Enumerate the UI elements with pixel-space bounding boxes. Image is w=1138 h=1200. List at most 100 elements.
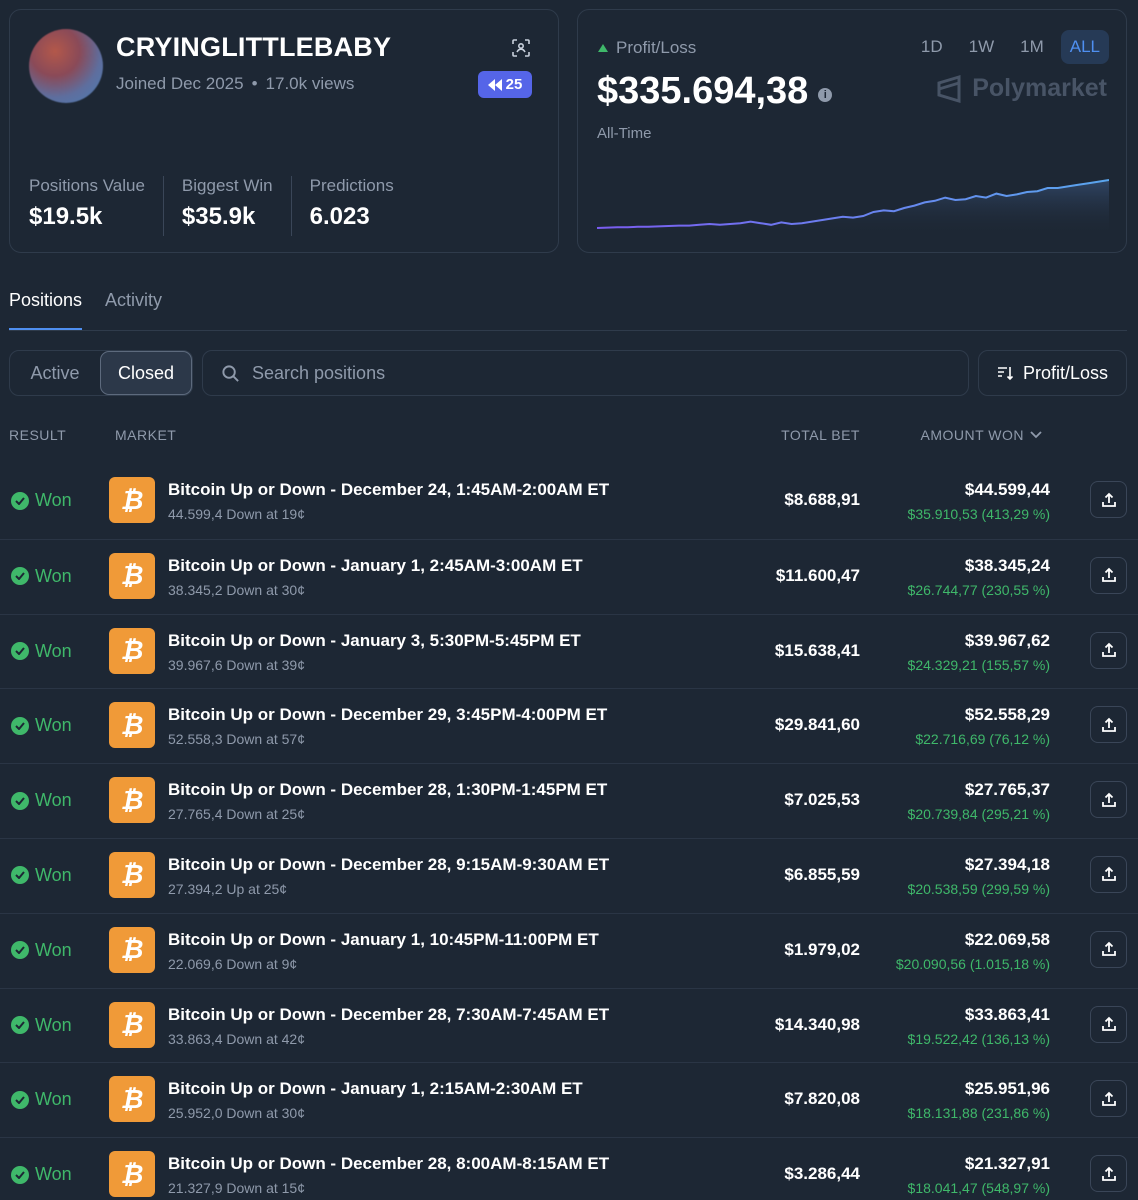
result-cell: Won <box>11 1089 72 1110</box>
market-position: 27.394,2 Up at 25¢ <box>168 880 288 897</box>
result-label: Won <box>35 864 72 885</box>
amount-won: $33.863,41 <box>964 1004 1050 1024</box>
share-button[interactable] <box>1090 631 1127 669</box>
result-cell: Won <box>11 566 72 587</box>
pnl-value: $335.694,38 i <box>597 70 833 113</box>
range-all[interactable]: ALL <box>1060 30 1109 64</box>
share-icon <box>1101 717 1116 732</box>
total-bet: $7.820,08 <box>784 1089 860 1109</box>
market-position: 44.599,4 Down at 19¢ <box>168 506 305 522</box>
share-icon <box>1101 492 1116 507</box>
bitcoin-icon[interactable]: ₿ <box>109 477 155 523</box>
market-position: 21.327,9 Down at 15¢ <box>168 1180 305 1197</box>
market-position: 52.558,3 Down at 57¢ <box>168 731 305 748</box>
info-icon[interactable]: i <box>818 87 833 102</box>
pnl-amount: $335.694,38 <box>597 70 809 112</box>
amount-won: $22.069,58 <box>964 929 1050 949</box>
market-title[interactable]: Bitcoin Up or Down - January 1, 10:45PM-… <box>168 930 599 950</box>
range-selector: 1D 1W 1M ALL <box>912 30 1109 64</box>
amount-won: $38.345,24 <box>964 555 1050 575</box>
result-label: Won <box>35 1014 72 1035</box>
check-circle-icon <box>11 1090 29 1109</box>
bitcoin-icon[interactable]: ₿ <box>109 702 155 749</box>
share-button[interactable] <box>1090 481 1127 518</box>
market-title[interactable]: Bitcoin Up or Down - January 1, 2:45AM-3… <box>168 556 583 576</box>
pnl-label: Profit/Loss <box>598 38 696 58</box>
result-label: Won <box>35 1089 72 1110</box>
stat-biggest-win: Biggest Win $35.9k <box>182 176 292 236</box>
search-input[interactable] <box>252 362 952 384</box>
polymarket-brand-text: Polymarket <box>972 74 1107 102</box>
tab-activity[interactable]: Activity <box>105 290 162 330</box>
range-1d[interactable]: 1D <box>912 30 952 64</box>
bitcoin-icon[interactable]: ₿ <box>109 851 155 898</box>
pnl-period: All-Time <box>597 125 652 142</box>
result-label: Won <box>35 490 72 510</box>
profit-amount: $20.090,56 (1.015,18 %) <box>895 955 1050 972</box>
check-circle-icon <box>11 1016 29 1035</box>
pnl-label-text: Profit/Loss <box>616 38 697 57</box>
share-button[interactable] <box>1090 781 1127 819</box>
share-button[interactable] <box>1090 706 1127 744</box>
share-button[interactable] <box>1090 1155 1127 1193</box>
market-title[interactable]: Bitcoin Up or Down - December 28, 1:30PM… <box>168 780 607 800</box>
bitcoin-icon[interactable]: ₿ <box>109 1151 155 1198</box>
bitcoin-icon[interactable]: ₿ <box>109 1001 155 1048</box>
profit-amount: $20.538,59 (299,59 %) <box>907 880 1050 897</box>
amount-won: $39.967,62 <box>964 630 1050 650</box>
total-bet: $1.979,02 <box>784 939 860 959</box>
market-title[interactable]: Bitcoin Up or Down - December 28, 9:15AM… <box>168 855 609 875</box>
qr-scan-icon[interactable] <box>511 38 531 58</box>
share-button[interactable] <box>1090 556 1127 594</box>
share-button[interactable] <box>1090 1080 1127 1118</box>
header-amount-won[interactable]: AMOUNT WON <box>920 427 1042 443</box>
profile-card: CRYINGLITTLEBABY Joined Dec 2025 • 17.0k v… <box>9 9 559 253</box>
profit-amount: $35.910,53 (413,29 %) <box>907 506 1050 522</box>
check-circle-icon <box>11 716 29 735</box>
stat-predictions: Predictions 6.023 <box>310 176 412 236</box>
market-title[interactable]: Bitcoin Up or Down - December 29, 3:45PM… <box>168 705 607 725</box>
rank-badge: 25 <box>478 71 532 98</box>
bitcoin-icon[interactable]: ₿ <box>109 627 155 674</box>
bitcoin-icon[interactable]: ₿ <box>109 777 155 824</box>
total-bet: $6.855,59 <box>784 864 860 884</box>
market-position: 27.765,4 Down at 25¢ <box>168 806 305 823</box>
bitcoin-icon[interactable]: ₿ <box>109 1076 155 1123</box>
share-icon <box>1101 568 1116 583</box>
market-title[interactable]: Bitcoin Up or Down - January 1, 2:15AM-2… <box>168 1079 583 1099</box>
active-toggle-button[interactable]: Active <box>10 351 100 395</box>
range-1m[interactable]: 1M <box>1011 30 1053 64</box>
tabs-divider <box>9 330 1127 331</box>
bitcoin-icon[interactable]: ₿ <box>109 552 155 599</box>
check-circle-icon <box>11 491 29 510</box>
market-title[interactable]: Bitcoin Up or Down - December 24, 1:45AM… <box>168 480 609 500</box>
market-position: 39.967,6 Down at 39¢ <box>168 656 305 673</box>
result-label: Won <box>35 939 72 960</box>
up-triangle-icon <box>598 44 608 52</box>
sort-button[interactable]: Profit/Loss <box>978 350 1127 396</box>
result-label: Won <box>35 565 72 586</box>
share-button[interactable] <box>1090 855 1127 893</box>
header-amount-won-label: AMOUNT WON <box>920 427 1024 443</box>
range-1w[interactable]: 1W <box>960 30 1004 64</box>
main-tabs: Positions Activity <box>9 290 162 330</box>
tab-positions[interactable]: Positions <box>9 290 83 330</box>
amount-won: $27.765,37 <box>964 780 1050 800</box>
share-button[interactable] <box>1090 1005 1127 1043</box>
bitcoin-icon[interactable]: ₿ <box>109 926 155 973</box>
market-title[interactable]: Bitcoin Up or Down - December 28, 8:00AM… <box>168 1154 609 1174</box>
profit-amount: $22.716,69 (76,12 %) <box>915 731 1050 748</box>
table-row: Won ₿ Bitcoin Up or Down - December 28, … <box>0 1137 1138 1200</box>
sort-icon <box>997 367 1013 381</box>
pnl-chart-area <box>597 180 1109 236</box>
pnl-card: Profit/Loss $335.694,38 i All-Time 1D 1W… <box>577 9 1127 253</box>
chevron-down-icon <box>1030 431 1042 439</box>
market-position: 33.863,4 Down at 42¢ <box>168 1030 305 1047</box>
check-circle-icon <box>11 866 29 885</box>
market-title[interactable]: Bitcoin Up or Down - December 28, 7:30AM… <box>168 1005 609 1025</box>
closed-toggle-button[interactable]: Closed <box>100 351 192 395</box>
positions-table: Won ₿ Bitcoin Up or Down - December 24, … <box>0 464 1138 1200</box>
market-title[interactable]: Bitcoin Up or Down - January 3, 5:30PM-5… <box>168 631 581 651</box>
share-button[interactable] <box>1090 930 1127 968</box>
result-label: Won <box>35 790 72 811</box>
